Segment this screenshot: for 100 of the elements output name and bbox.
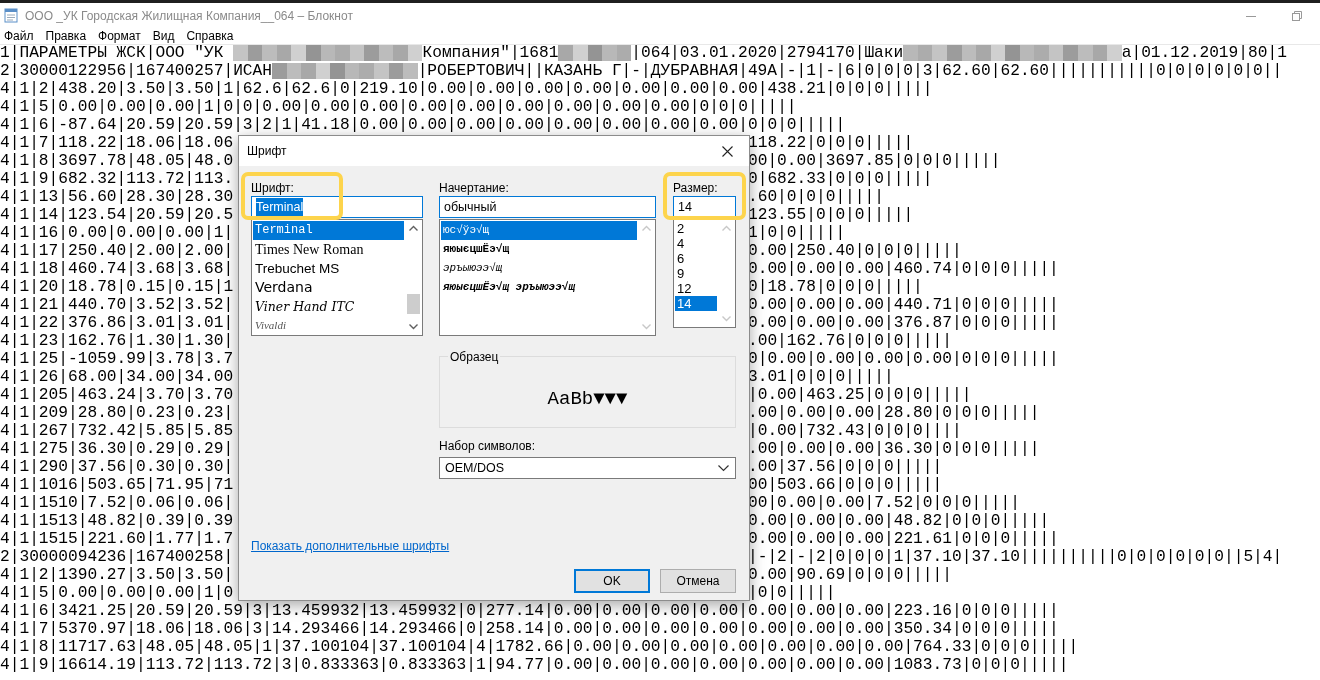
text-fragment: 4|1|14|123.54|20.59|20.5 — [0, 206, 234, 224]
text-fragment: |0.00|732.43|0|0|0|||| — [747, 422, 962, 440]
text-fragment: 0|682.33|0|0|0||||| — [747, 170, 933, 188]
text-fragment: .00|0.00|0.00|36.30|0|0|0||||| — [747, 440, 1040, 458]
text-fragment: 0.00|250.40|0|0|0||||| — [747, 242, 962, 260]
text-fragment: 4|1|209|28.80|0.23|0.23| — [0, 404, 234, 422]
text-fragment: 4|1|1515|221.60|1.77|1.7 — [0, 530, 234, 548]
text-fragment: 4|1|267|732.42|5.85|5.85 — [0, 422, 234, 440]
list-item[interactable]: яюыєцшЁэ√щ эръыюээ√щ — [441, 278, 637, 297]
text-fragment: 4|1|20|18.78|0.15|0.15|1 — [0, 278, 234, 296]
text-fragment: 4|1|8|3697.78|48.05|48.0 — [0, 152, 234, 170]
close-icon — [721, 145, 733, 157]
list-item[interactable]: эръыюээ√щ — [441, 259, 637, 278]
text-fragment: 4|1|1513|48.82|0.39|0.39 — [0, 512, 234, 530]
cancel-button[interactable]: Отмена — [660, 569, 736, 593]
scroll-thumb[interactable] — [407, 294, 420, 314]
menu-item[interactable]: Формат — [98, 28, 141, 44]
font-name-field[interactable]: Terminal — [251, 196, 423, 218]
text-fragment: 00|0.00|3697.85|0|0|0||||| — [747, 152, 1001, 170]
text-fragment: 4|1|7|118.22|18.06|18.06 — [0, 134, 234, 152]
text-fragment: 4|1|16|0.00|0.00|0.00|1| — [0, 224, 234, 242]
ok-button[interactable]: OK — [574, 569, 650, 593]
text-fragment: 4|1|5|0.00|0.00|0.00|1|0 — [0, 584, 234, 602]
text-line: 4|1|7|5370.97|18.06|18.06|3|14.293466|14.293466|0|258.14|0.00|0.00|0.00|0.00|0.00|0.00|0.00|350.34|0|0|0||||| — [0, 620, 1060, 638]
text-fragment: 0.00|0.00|0.00|460.74|0|0|0||||| — [747, 260, 1059, 278]
group-label: Образец — [448, 348, 501, 366]
text-fragment: 0.00|0.00|0.00|221.61|0|0|0||||| — [747, 530, 1059, 548]
text-fragment: 4|1|21|440.70|3.52|3.52| — [0, 296, 234, 314]
dialog-title: Шрифт — [247, 143, 287, 160]
field-label: Набор символов: — [439, 438, 537, 454]
text-fragment: |РОБЕРТОВИЧ||КАЗАНЬ Г|-|ДУБРАВНАЯ|49А|-|1|-|6|0|0|0|3|62.60|62.60|||||||||||0|0|0|0|0|0|| — [417, 62, 1283, 80]
text-fragment: 4|1|275|36.30|0.29|0.29| — [0, 440, 234, 458]
text-line: 4|1|6|-87.64|20.59|20.59|3|2|1|41.18|0.00|0.00|0.00|0.00|0.00|0.00|0.00|0.00|0|0|0||||| — [0, 116, 847, 134]
text-fragment: 0|18.78|0|0|0||||| — [747, 278, 923, 296]
text-fragment: 0.00|90.69|0|0|0||||| — [747, 566, 952, 584]
text-fragment: |-|2|-|2|0|0|0|1|37.10|37.10||||||||||0|0|0|0|0|0||5|4| — [747, 548, 1283, 566]
list-item[interactable]: Times New Roman — [253, 240, 404, 259]
list-item[interactable]: 14 — [675, 296, 717, 311]
text-fragment: 4|1|205|463.24|3.70|3.70 — [0, 386, 234, 404]
font-style-field[interactable]: обычный — [439, 196, 656, 218]
text-fragment: 4|1|17|250.40|2.00|2.00| — [0, 242, 234, 260]
text-fragment: .60|0|0|0||||| — [747, 188, 884, 206]
list-item[interactable]: Viner Hand ITC — [253, 297, 404, 316]
more-fonts-link[interactable]: Показать дополнительные шрифты — [251, 537, 450, 555]
text-fragment: 4|1|25|-1059.99|3.78|3.7 — [0, 350, 234, 368]
text-fragment: 4|1|26|68.00|34.00|34.00 — [0, 368, 234, 386]
window-title: ООО _УК Городская Жилищная Компания__064 – Блокнот — [25, 7, 353, 25]
text-fragment: 00|503.66|0|0|0||||| — [747, 476, 943, 494]
text-fragment: |064|03.01.2020|2794170|Шаки — [631, 45, 904, 62]
field-label: Размер: — [673, 180, 719, 196]
list-item[interactable]: Terminal — [253, 221, 404, 240]
list-item[interactable]: 6 — [675, 251, 717, 266]
field-label: Начертание: — [439, 180, 510, 196]
text-fragment: 3.01|0|0|0||||| — [747, 368, 894, 386]
text-fragment: Компания"|1681 — [422, 45, 559, 62]
text-fragment: 2|30000094236|167400258| — [0, 548, 234, 566]
list-item[interactable]: 4 — [675, 236, 717, 251]
text-fragment: 1|0|0||||| — [747, 224, 846, 242]
list-item[interactable]: Verdana — [253, 278, 404, 297]
text-fragment: 4|1|13|56.60|28.30|28.30 — [0, 188, 234, 206]
text-fragment: 4|1|1016|503.65|71.95|71 — [0, 476, 234, 494]
text-fragment: 118.22|0|0|0||||| — [747, 134, 914, 152]
text-fragment: |0|0||||| — [747, 584, 836, 602]
list-item[interactable]: яюыєцшЁэ√щ — [441, 240, 637, 259]
text-fragment: 1|ПАРАМЕТРЫ ЖСК|ООО "УК — [0, 45, 225, 62]
font-size-field[interactable]: 14 — [673, 196, 736, 218]
list-item[interactable]: 2 — [675, 221, 717, 236]
restore-icon — [1292, 10, 1302, 21]
charset-dropdown[interactable]: OEM/DOS — [439, 457, 736, 479]
text-fragment: |0.00|463.25|0|0|0||||| — [747, 386, 972, 404]
text-line: 4|1|6|3421.25|20.59|20.59|3|13.459932|13.459932|0|277.14|0.00|0.00|0.00|0.00|0.00|0.00|0.00|223.16|0|0|0||||| — [0, 602, 1060, 620]
text-fragment: 4|1|18|460.74|3.68|3.68| — [0, 260, 234, 278]
text-fragment: 4|1|9|682.32|113.72|113. — [0, 170, 234, 188]
text-line: 4|1|8|11717.63|48.05|48.05|1|37.100104|37.100104|4|1782.66|0.00|0.00|0.00|0.00|0.00|0.00|0.00|764.33|0|0|0||||| — [0, 638, 1080, 656]
text-line: 4|1|2|438.20|3.50|3.50|1|62.6|62.6|0|219.10|0.00|0.00|0.00|0.00|0.00|0.00|0.00|438.21|0|0|0||||| — [0, 80, 934, 98]
text-fragment: 4|1|2|1390.27|3.50|3.50| — [0, 566, 234, 584]
list-item[interactable]: 12 — [675, 281, 717, 296]
text-fragment: а|01.12.2019|80|1 — [1121, 45, 1287, 62]
text-fragment: 0.00|0.00|0.00|440.71|0|0|0||||| — [747, 296, 1059, 314]
text-fragment: .00|37.56|0|0|0||||| — [747, 458, 943, 476]
text-fragment: 2|30000122956|167400257|ИСАН — [0, 62, 272, 80]
menu-item[interactable]: Справка — [186, 28, 234, 44]
list-item[interactable]: юс√ўэ√щ — [441, 221, 637, 240]
notepad-icon — [3, 7, 19, 24]
menu-item[interactable]: Вид — [152, 28, 175, 44]
text-line: 4|1|9|16614.19|113.72|113.72|3|0.833363|0.833363|1|94.77|0.00|0.00|0.00|0.00|0.00|0.00|0.00|1083.73|0|0|0||||| — [0, 656, 1070, 674]
list-item[interactable]: 9 — [675, 266, 717, 281]
text-fragment: 0|0.00|0.00|0.00|0.00|0|0|0||||| — [747, 350, 1059, 368]
menu-item[interactable]: Файл — [4, 28, 34, 44]
text-fragment: .00|162.76|0|0|0||||| — [747, 332, 952, 350]
text-fragment: 0.00|0.00|0.00|48.82|0|0|0||||| — [747, 512, 1050, 530]
list-item[interactable]: Trebuchet MS — [253, 259, 404, 278]
text-fragment: 0.00|0.00|0.00|376.87|0|0|0||||| — [747, 314, 1059, 332]
text-fragment: 4|1|290|37.56|0.30|0.30| — [0, 458, 234, 476]
chevron-down-icon — [718, 464, 729, 472]
text-fragment: 4|1|23|162.76|1.30|1.30| — [0, 332, 234, 350]
text-fragment: 00|0.00|0.00|7.52|0|0|0||||| — [747, 494, 1020, 512]
menu-item[interactable]: Правка — [45, 28, 87, 44]
list-item[interactable]: Vivaldi — [253, 316, 404, 335]
text-fragment: .00|0.00|0.00|28.80|0|0|0||||| — [747, 404, 1040, 422]
